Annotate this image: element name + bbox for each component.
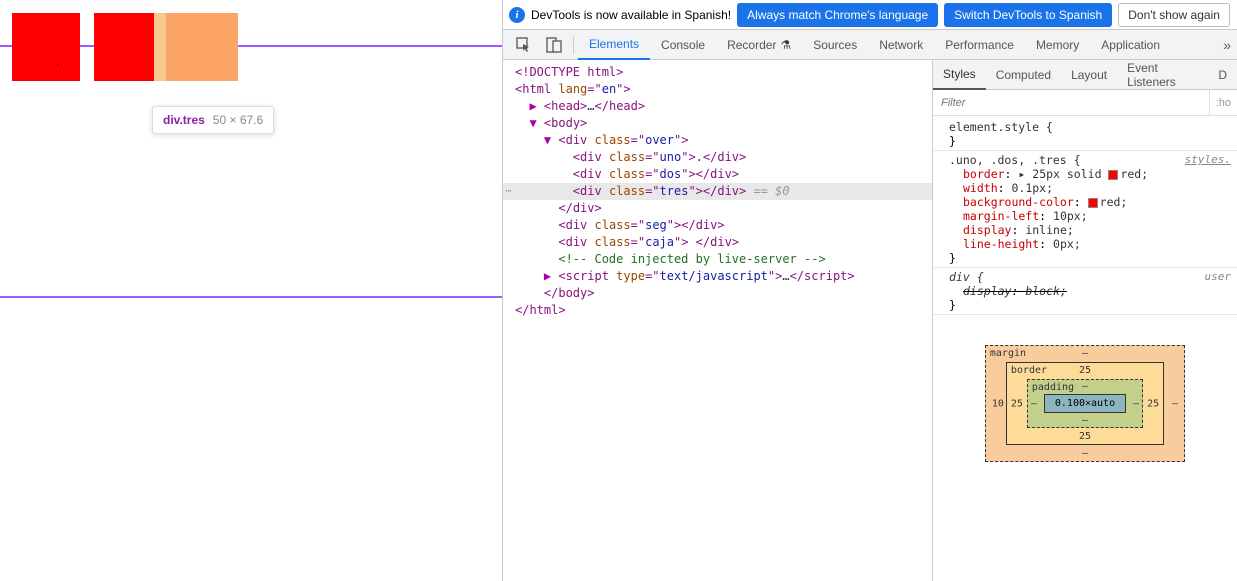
box-uno: . [12,13,80,81]
rule-uno-dos-tres[interactable]: styles. .uno, .dos, .tres { border: ▸ 25… [933,151,1237,268]
page-preview: . div.tres 50 × 67.6 [0,0,502,581]
rule-element-style[interactable]: element.style { } [933,118,1237,151]
tooltip-dimensions: 50 × 67.6 [213,113,263,127]
device-toggle-icon[interactable] [539,30,569,60]
bm-padding[interactable]: padding – – – – 0.100×auto [1027,379,1143,428]
subtab-listeners[interactable]: Event Listeners [1117,61,1208,89]
rule-source-ua: user [1205,270,1232,283]
switch-language-button[interactable]: Switch DevTools to Spanish [944,3,1112,27]
rule-source[interactable]: styles. [1185,153,1231,166]
styles-subtabs: Styles Computed Layout Event Listeners D [933,60,1237,90]
comment: <!-- Code injected by live-server --> [558,252,825,266]
css-rules: element.style { } styles. .uno, .dos, .t… [933,116,1237,581]
tab-application[interactable]: Application [1090,31,1171,59]
tab-recorder[interactable]: Recorder⚗ [716,31,802,59]
hov-toggle[interactable]: :ho [1209,90,1237,115]
box-tres-highlight [162,13,238,81]
tab-elements[interactable]: Elements [578,30,650,60]
tab-network[interactable]: Network [868,31,934,59]
panels: <!DOCTYPE html> <html lang="en"> ▶ <head… [503,60,1237,581]
match-language-button[interactable]: Always match Chrome's language [737,3,938,27]
dismiss-button[interactable]: Don't show again [1118,3,1230,27]
dot: . [56,55,59,69]
filter-bar: :ho [933,90,1237,116]
styles-panel: Styles Computed Layout Event Listeners D… [933,60,1237,581]
subtab-computed[interactable]: Computed [986,61,1061,89]
flask-icon: ⚗ [780,38,791,52]
rule-div-ua[interactable]: user div { display: block; } [933,268,1237,315]
dom-tree[interactable]: <!DOCTYPE html> <html lang="en"> ▶ <head… [503,60,933,581]
tab-console[interactable]: Console [650,31,716,59]
inspect-tooltip: div.tres 50 × 67.6 [152,106,274,134]
box-dos [94,13,162,81]
box-model-diagram: margin – 10 – – border 25 25 25 25 pad [933,315,1237,492]
tab-memory[interactable]: Memory [1025,31,1090,59]
tooltip-selector: div.tres [163,113,205,127]
subtab-layout[interactable]: Layout [1061,61,1117,89]
tab-sources[interactable]: Sources [802,31,868,59]
inspect-tool-icon[interactable] [509,30,539,60]
subtab-styles[interactable]: Styles [933,60,986,90]
bm-content[interactable]: 0.100×auto [1044,394,1126,413]
infobar: i DevTools is now available in Spanish! … [503,0,1237,30]
devtools-panel: i DevTools is now available in Spanish! … [502,0,1237,581]
info-icon: i [509,7,525,23]
tab-performance[interactable]: Performance [934,31,1025,59]
selected-node[interactable]: ⋯ <div class="tres"></div> == $0 [503,183,932,200]
filter-input[interactable] [933,91,1209,115]
bm-margin[interactable]: margin – 10 – – border 25 25 25 25 pad [985,345,1185,462]
doctype: <!DOCTYPE html> [515,65,623,79]
more-tabs-icon[interactable]: » [1223,37,1231,53]
divider [573,36,574,54]
main-tabs: Elements Console Recorder⚗ Sources Netwo… [503,30,1237,60]
infobar-message: DevTools is now available in Spanish! [531,8,731,22]
margin-overlay [154,13,166,81]
subtab-more[interactable]: D [1208,61,1237,89]
bm-border[interactable]: border 25 25 25 25 padding – – – – [1006,362,1164,445]
